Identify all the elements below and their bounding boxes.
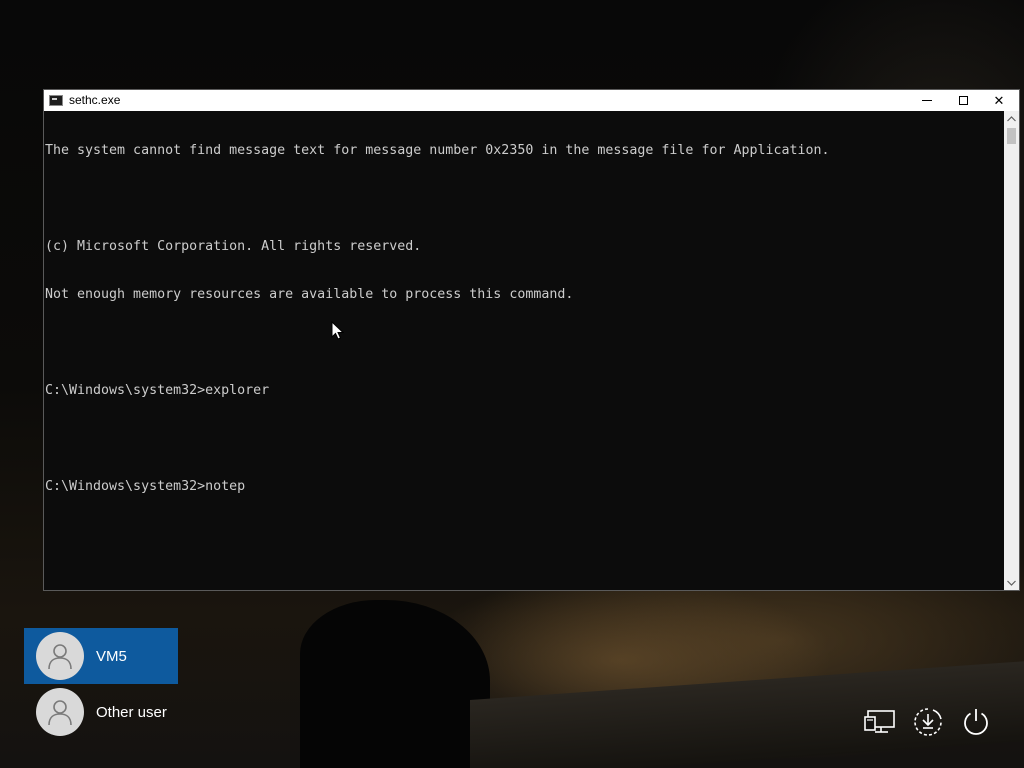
user-name: Other user xyxy=(96,703,167,721)
mouse-pointer-icon xyxy=(331,321,345,340)
maximize-button[interactable] xyxy=(945,90,981,111)
console-window[interactable]: sethc.exe ✕ The system cannot find messa… xyxy=(43,89,1020,591)
console-line: The system cannot find message text for … xyxy=(45,143,830,158)
close-button[interactable]: ✕ xyxy=(981,90,1017,111)
console-line: (c) Microsoft Corporation. All rights re… xyxy=(45,239,422,254)
user-icon xyxy=(48,700,72,726)
minimize-button[interactable] xyxy=(909,90,945,111)
power-button[interactable] xyxy=(958,704,994,740)
maximize-icon xyxy=(958,96,968,105)
ease-of-access-icon xyxy=(914,708,942,736)
power-icon xyxy=(964,709,988,735)
console-line: C:\Windows\system32>explorer xyxy=(45,383,270,398)
chevron-up-icon xyxy=(1007,115,1016,121)
avatar xyxy=(36,688,84,736)
user-tile-vm5[interactable]: VM5 xyxy=(24,628,178,684)
vertical-scrollbar[interactable] xyxy=(1004,111,1019,590)
close-icon: ✕ xyxy=(993,92,1005,108)
network-button[interactable] xyxy=(862,704,898,740)
scroll-thumb[interactable] xyxy=(1007,128,1016,144)
chevron-down-icon xyxy=(1007,580,1016,586)
background-rock xyxy=(300,600,490,768)
user-icon xyxy=(48,644,72,670)
title-bar[interactable]: sethc.exe ✕ xyxy=(44,90,1019,111)
network-icon xyxy=(864,710,895,733)
user-tile-other-user[interactable]: Other user xyxy=(24,684,178,740)
scroll-up-button[interactable] xyxy=(1004,111,1019,126)
console-output[interactable]: The system cannot find message text for … xyxy=(44,111,1005,590)
console-icon xyxy=(49,95,63,106)
avatar xyxy=(36,632,84,680)
minimize-icon xyxy=(922,100,932,101)
console-line: Not enough memory resources are availabl… xyxy=(45,287,574,302)
scroll-down-button[interactable] xyxy=(1004,575,1019,590)
ease-of-access-button[interactable] xyxy=(910,704,946,740)
user-name: VM5 xyxy=(96,647,127,665)
window-title: sethc.exe xyxy=(69,93,121,107)
console-prompt-line[interactable]: C:\Windows\system32>notep xyxy=(45,479,1005,495)
